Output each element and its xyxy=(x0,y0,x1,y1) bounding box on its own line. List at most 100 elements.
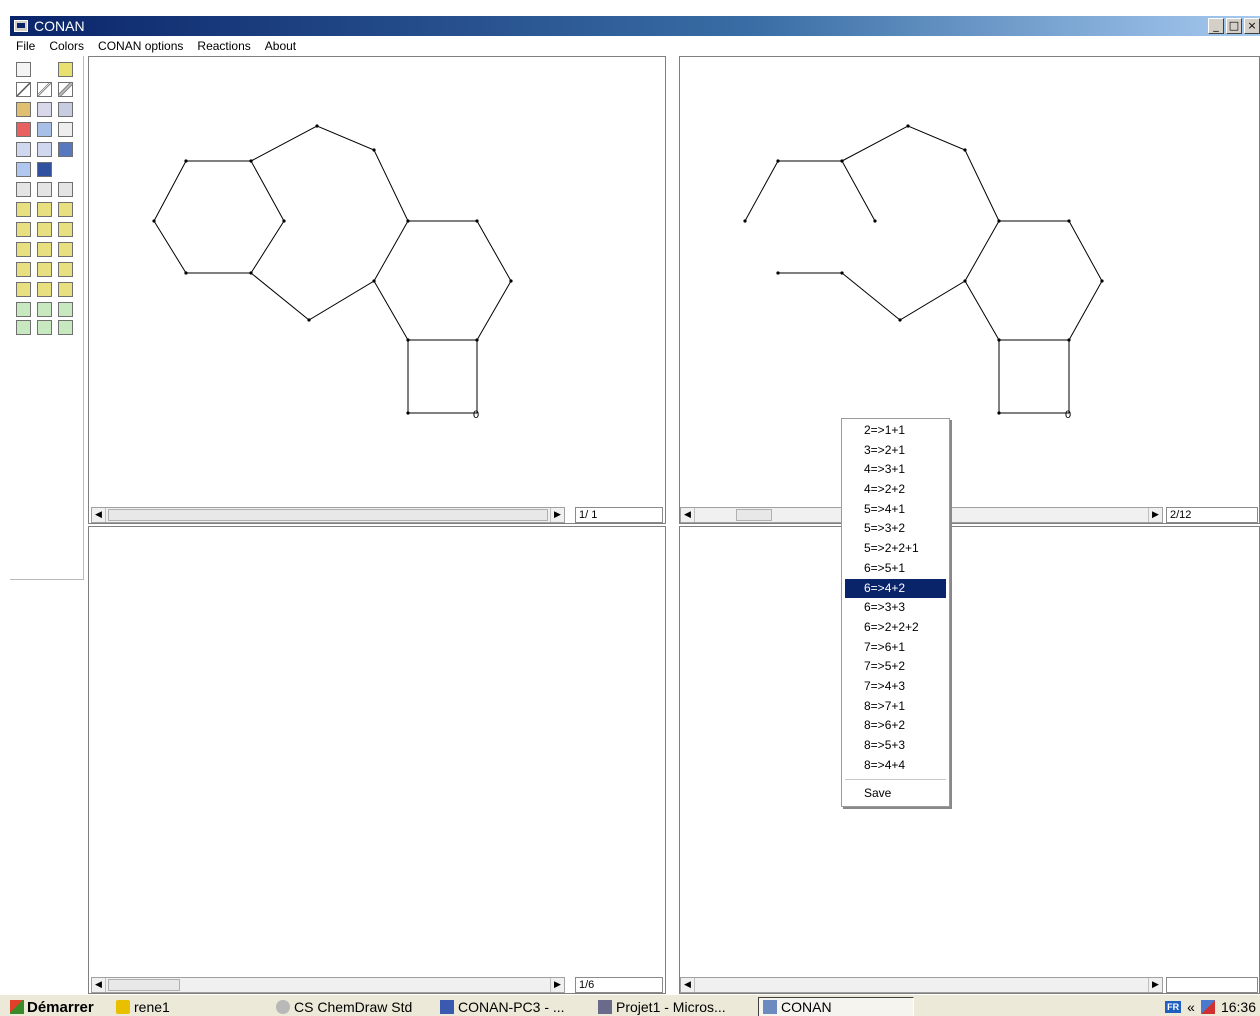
menu-item-7-6-1[interactable]: 7=>6+1 xyxy=(845,638,946,658)
heptagon-ring-icon[interactable] xyxy=(37,320,52,335)
copy-icon[interactable] xyxy=(37,182,52,197)
minimize-button[interactable]: _ xyxy=(1208,18,1224,34)
menu-about[interactable]: About xyxy=(265,39,296,53)
scroll-right-icon[interactable]: ▶ xyxy=(1148,508,1162,522)
menu-conan-options[interactable]: CONAN options xyxy=(98,39,183,53)
task-projet1[interactable]: Projet1 - Micros... xyxy=(598,997,750,1016)
scroll-thumb[interactable] xyxy=(108,979,180,991)
arrow-tool-icon[interactable] xyxy=(16,162,31,177)
select-tool-icon[interactable] xyxy=(16,62,31,77)
triple-bond-icon[interactable] xyxy=(58,82,73,97)
element-palette-icon[interactable] xyxy=(16,202,31,217)
close-button[interactable]: × xyxy=(1244,18,1260,34)
eraser-tool-icon[interactable] xyxy=(58,62,73,77)
element-palette-icon[interactable] xyxy=(58,222,73,237)
tray-expand-icon[interactable]: « xyxy=(1187,999,1195,1015)
menu-colors[interactable]: Colors xyxy=(49,39,84,53)
element-palette-icon[interactable] xyxy=(16,282,31,297)
horizontal-scrollbar[interactable]: ◀ ▶ xyxy=(680,977,1163,993)
element-palette-icon[interactable] xyxy=(16,242,31,257)
menu-reactions[interactable]: Reactions xyxy=(197,39,250,53)
menu-separator xyxy=(845,779,946,781)
horizontal-scrollbar[interactable]: ◀ ▶ xyxy=(91,507,565,523)
scroll-left-icon[interactable]: ◀ xyxy=(92,978,106,992)
menu-item-5-4-1[interactable]: 5=>4+1 xyxy=(845,500,946,520)
element-palette-icon[interactable] xyxy=(16,222,31,237)
language-indicator[interactable]: FR xyxy=(1165,1001,1182,1013)
task-chemdraw[interactable]: CS ChemDraw Std xyxy=(276,997,432,1016)
menu-item-2-1-1[interactable]: 2=>1+1 xyxy=(845,421,946,441)
maximize-button[interactable]: □ xyxy=(1226,18,1242,34)
single-bond-icon[interactable] xyxy=(16,82,31,97)
triangle-ring-icon[interactable] xyxy=(16,302,31,317)
menu-item-8-5-3[interactable]: 8=>5+3 xyxy=(845,736,946,756)
pentagon-ring-icon[interactable] xyxy=(58,302,73,317)
element-palette-icon[interactable] xyxy=(37,262,52,277)
element-palette-icon[interactable] xyxy=(16,262,31,277)
start-button[interactable]: Démarrer xyxy=(10,997,94,1016)
scroll-left-icon[interactable]: ◀ xyxy=(92,508,106,522)
menu-item-6-3-3[interactable]: 6=>3+3 xyxy=(845,598,946,618)
scroll-right-icon[interactable]: ▶ xyxy=(550,508,564,522)
task-label: CONAN xyxy=(781,999,832,1015)
menu-item-8-7-1[interactable]: 8=>7+1 xyxy=(845,697,946,717)
atom-tool-icon[interactable] xyxy=(16,102,31,117)
structure-counter xyxy=(1166,977,1258,993)
undo-icon[interactable] xyxy=(37,122,52,137)
menu-item-7-4-3[interactable]: 7=>4+3 xyxy=(845,677,946,697)
scroll-left-icon[interactable]: ◀ xyxy=(681,508,695,522)
delete-tool-icon[interactable] xyxy=(16,122,31,137)
hexagon-ring-icon[interactable] xyxy=(16,320,31,335)
scroll-left-icon[interactable]: ◀ xyxy=(681,978,695,992)
reaction-context-menu: 2=>1+1 3=>2+1 4=>3+1 4=>2+2 5=>4+1 5=>3+… xyxy=(841,418,950,807)
menu-item-5-2-2-1[interactable]: 5=>2+2+1 xyxy=(845,539,946,559)
flip-horizontal-icon[interactable] xyxy=(16,142,31,157)
pane-bottom-left[interactable]: ◀ ▶ 1/6 xyxy=(88,526,666,994)
cut-icon[interactable] xyxy=(16,182,31,197)
rotate-icon[interactable] xyxy=(58,142,73,157)
charge-tool-icon[interactable] xyxy=(37,102,52,117)
folder-icon xyxy=(116,1000,130,1014)
horizontal-scrollbar[interactable]: ◀ ▶ xyxy=(91,977,565,993)
element-palette-icon[interactable] xyxy=(37,242,52,257)
menu-item-8-4-4[interactable]: 8=>4+4 xyxy=(845,756,946,776)
menu-item-5-3-2[interactable]: 5=>3+2 xyxy=(845,519,946,539)
element-palette-icon[interactable] xyxy=(58,202,73,217)
pane-top-right[interactable]: 0 ◀ ▶ 2/12 xyxy=(679,56,1260,524)
element-palette-icon[interactable] xyxy=(37,202,52,217)
element-palette-icon[interactable] xyxy=(37,222,52,237)
square-ring-icon[interactable] xyxy=(37,302,52,317)
pane-bottom-right[interactable]: ◀ ▶ xyxy=(679,526,1260,994)
menu-file[interactable]: File xyxy=(16,39,35,53)
menu-item-6-2-2-2[interactable]: 6=>2+2+2 xyxy=(845,618,946,638)
paste-icon[interactable] xyxy=(58,182,73,197)
flip-vertical-icon[interactable] xyxy=(37,142,52,157)
task-conan[interactable]: CONAN xyxy=(758,997,914,1016)
task-conan-pc3[interactable]: CONAN-PC3 - ... xyxy=(440,997,590,1016)
octagon-ring-icon[interactable] xyxy=(58,320,73,335)
menu-item-3-2-1[interactable]: 3=>2+1 xyxy=(845,441,946,461)
network-icon[interactable] xyxy=(1200,1000,1215,1014)
menu-item-save[interactable]: Save xyxy=(845,784,946,804)
redo-icon[interactable] xyxy=(58,122,73,137)
menu-item-4-3-1[interactable]: 4=>3+1 xyxy=(845,460,946,480)
document-icon xyxy=(440,1000,454,1014)
scroll-right-icon[interactable]: ▶ xyxy=(1148,978,1162,992)
scroll-right-icon[interactable]: ▶ xyxy=(550,978,564,992)
element-palette-icon[interactable] xyxy=(58,242,73,257)
element-palette-icon[interactable] xyxy=(58,282,73,297)
double-bond-icon[interactable] xyxy=(37,82,52,97)
menu-item-4-2-2[interactable]: 4=>2+2 xyxy=(845,480,946,500)
menu-item-6-4-2[interactable]: 6=>4+2 xyxy=(845,578,946,599)
menu-item-8-6-2[interactable]: 8=>6+2 xyxy=(845,716,946,736)
element-palette-icon[interactable] xyxy=(58,262,73,277)
template-tool-icon[interactable] xyxy=(58,102,73,117)
pen-tool-icon[interactable] xyxy=(37,162,52,177)
scroll-thumb[interactable] xyxy=(736,509,772,521)
element-palette-icon[interactable] xyxy=(37,282,52,297)
task-rene1[interactable]: rene1 xyxy=(116,997,266,1016)
pane-top-left[interactable]: 0 ◀ ▶ 1/ 1 xyxy=(88,56,666,524)
menu-item-6-5-1[interactable]: 6=>5+1 xyxy=(845,559,946,579)
menu-item-7-5-2[interactable]: 7=>5+2 xyxy=(845,657,946,677)
scroll-thumb[interactable] xyxy=(108,509,548,521)
